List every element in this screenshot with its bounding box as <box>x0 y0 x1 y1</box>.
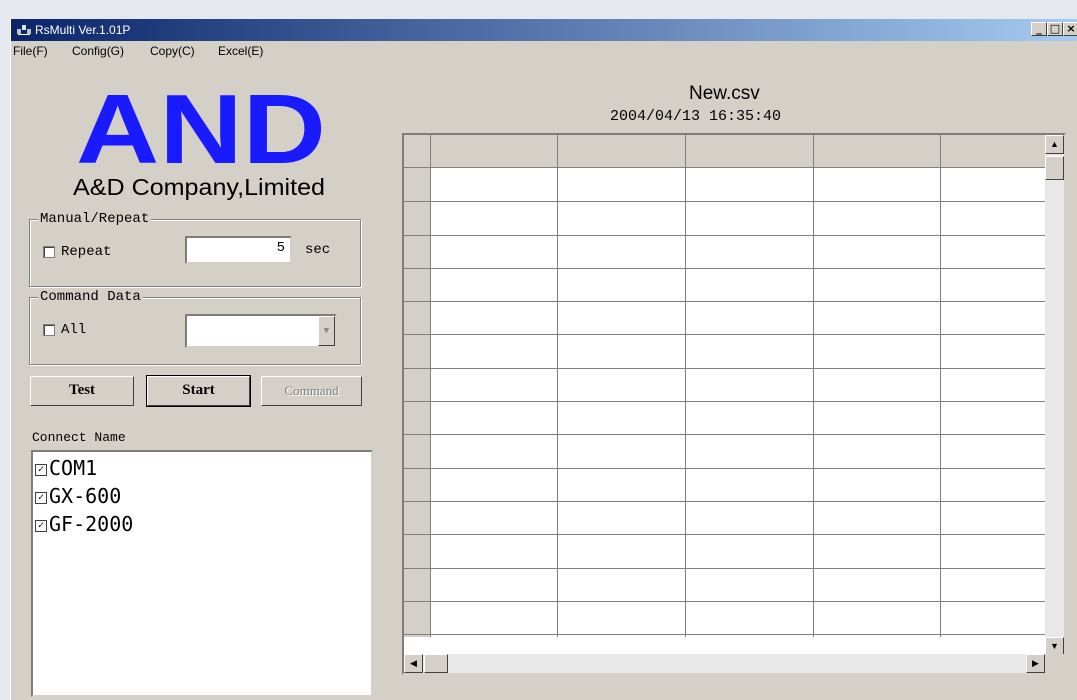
company-name: A&D Company,Limited <box>73 174 325 200</box>
vertical-scrollbar[interactable]: ▲ ▼ <box>1045 135 1064 656</box>
header-row <box>404 135 1045 167</box>
chevron-down-icon[interactable]: ▼ <box>318 316 335 346</box>
list-item[interactable]: ✓ COM1 <box>35 456 97 480</box>
connect-list[interactable]: ✓ COM1 ✓ GX-600 ✓ GF-2000 <box>31 450 373 697</box>
menu-file[interactable]: File(F) <box>13 44 48 58</box>
scroll-left-icon[interactable]: ◀ <box>404 654 423 673</box>
repeat-unit: sec <box>305 242 331 258</box>
menu-copy[interactable]: Copy(C) <box>150 44 195 58</box>
list-item[interactable]: ✓ GX-600 <box>35 484 121 508</box>
scroll-corner <box>1045 654 1064 673</box>
horizontal-scroll-thumb[interactable] <box>424 654 448 673</box>
command-data-label: Command Data <box>38 289 143 305</box>
command-data-group: Command Data All ▼ <box>29 289 361 365</box>
minimize-button[interactable]: _ <box>1031 22 1047 36</box>
repeat-interval-input[interactable]: 5 <box>185 236 292 264</box>
logo-mark: AND <box>76 74 326 184</box>
check-icon[interactable]: ✓ <box>35 463 47 476</box>
test-button[interactable]: Test <box>30 376 134 406</box>
maximize-button[interactable]: □ <box>1047 22 1063 36</box>
close-button[interactable]: × <box>1063 22 1077 36</box>
command-select[interactable]: ▼ <box>185 314 337 348</box>
menu-config[interactable]: Config(G) <box>72 44 124 58</box>
file-name: New.csv <box>689 83 760 104</box>
app-icon <box>17 25 31 35</box>
command-button: Command <box>261 376 362 406</box>
company-logo: AND A&D Company,Limited <box>73 74 326 200</box>
start-button[interactable]: Start <box>146 375 251 407</box>
check-icon[interactable]: ✓ <box>35 491 47 504</box>
vertical-scroll-thumb[interactable] <box>1045 156 1064 180</box>
scroll-right-icon[interactable]: ▶ <box>1026 654 1045 673</box>
all-label: All <box>61 322 87 338</box>
repeat-label: Repeat <box>61 244 112 260</box>
window-title: RsMulti Ver.1.01P <box>35 23 131 37</box>
all-checkbox[interactable] <box>43 324 55 336</box>
horizontal-scrollbar[interactable]: ◀ ▶ <box>404 654 1045 673</box>
list-item[interactable]: ✓ GF-2000 <box>35 512 133 536</box>
repeat-checkbox[interactable] <box>43 246 55 258</box>
grid-lines <box>404 135 1045 637</box>
connect-name-label: Connect Name <box>32 430 126 445</box>
manual-repeat-label: Manual/Repeat <box>38 211 152 227</box>
header-column <box>404 135 430 637</box>
scroll-up-icon[interactable]: ▲ <box>1045 135 1064 154</box>
title-bar[interactable]: RsMulti Ver.1.01P _ □ × <box>11 19 1077 41</box>
manual-repeat-group: Manual/Repeat Repeat 5 sec <box>29 211 361 287</box>
check-icon[interactable]: ✓ <box>35 519 47 532</box>
menu-excel[interactable]: Excel(E) <box>218 44 263 58</box>
data-grid[interactable]: ▲ ▼ ◀ ▶ <box>402 133 1066 675</box>
app-window: RsMulti Ver.1.01P _ □ × File(F) Config(G… <box>10 19 1077 700</box>
file-datetime: 2004/04/13 16:35:40 <box>610 108 782 125</box>
